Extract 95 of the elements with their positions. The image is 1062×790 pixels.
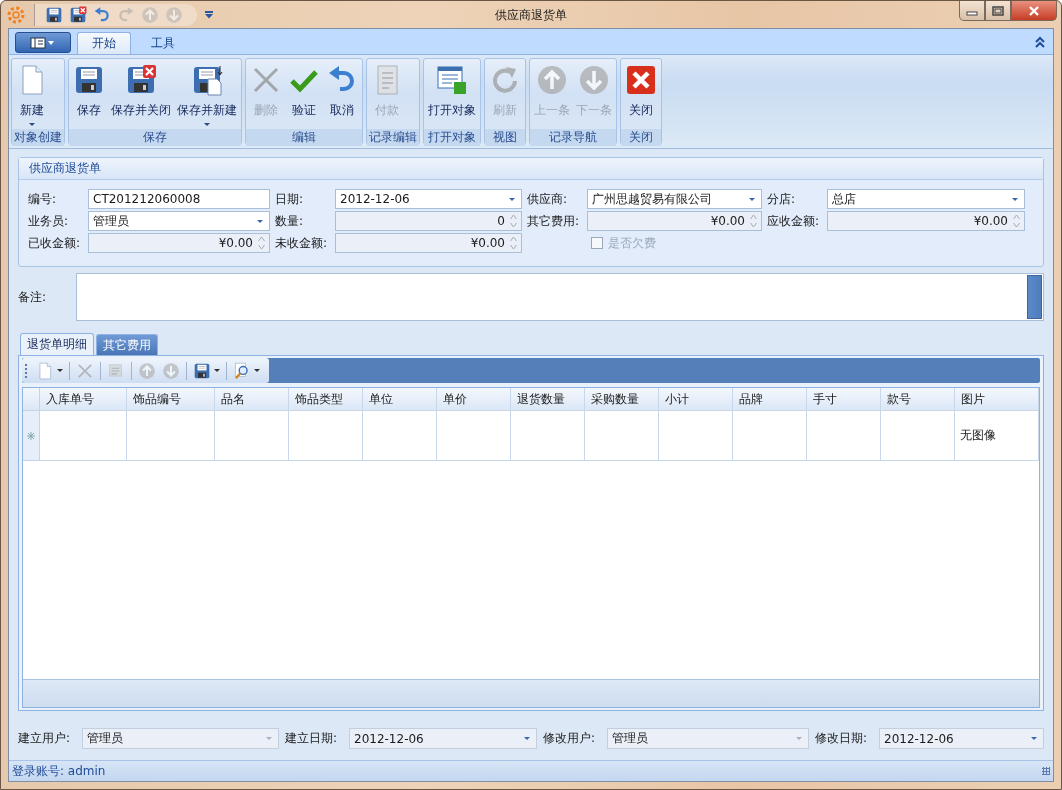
dropdown-arrow-icon[interactable] — [524, 737, 530, 740]
floppy-disk-x-icon — [125, 64, 157, 96]
column-header[interactable]: 单价 — [437, 388, 511, 411]
column-header[interactable]: 单位 — [363, 388, 437, 411]
field-label: 建立用户: — [18, 730, 72, 747]
column-header[interactable]: 小计 — [659, 388, 733, 411]
column-header[interactable]: 品名 — [215, 388, 289, 411]
remark-textarea[interactable] — [76, 273, 1044, 321]
column-header[interactable]: 手寸 — [807, 388, 881, 411]
restore-icon — [992, 5, 1004, 16]
login-account-text: 登录账号: admin — [12, 762, 106, 780]
column-header[interactable]: 品牌 — [733, 388, 807, 411]
tab[interactable]: 退货单明细 — [20, 333, 94, 355]
ribbon-group-label: 记录编辑 — [367, 129, 419, 146]
ribbon-tab[interactable]: 开始 — [77, 32, 131, 54]
new-button[interactable]: 新建 — [13, 59, 51, 129]
form-icon — [107, 361, 125, 380]
field-label: 未收金额: — [275, 234, 329, 252]
close-icon — [625, 64, 657, 96]
column-header[interactable]: 图片 — [955, 388, 1039, 411]
ribbon-group-label: 关闭 — [621, 129, 661, 146]
column-header[interactable]: 采购数量 — [585, 388, 659, 411]
dropdown-arrow-icon[interactable] — [257, 219, 263, 223]
ribbon-group-label: 打开对象 — [424, 129, 480, 146]
collapse-ribbon-icon[interactable] — [1035, 36, 1045, 48]
page-icon — [36, 361, 54, 380]
column-header[interactable]: 饰品编号 — [127, 388, 215, 411]
field-label: 日期: — [275, 190, 305, 208]
column-header[interactable]: 退货数量 — [511, 388, 585, 411]
field-label: 业务员: — [28, 212, 70, 230]
table-cell: 无图像 — [955, 411, 1039, 461]
close-button[interactable]: 关闭 — [622, 59, 660, 129]
ribbon-group-label: 视图 — [485, 129, 525, 146]
floppy-disk-page-icon — [191, 64, 223, 96]
field-label: 数量: — [275, 212, 305, 230]
close-button[interactable] — [1011, 1, 1057, 21]
close-icon — [1028, 5, 1040, 16]
open-object-button[interactable]: 打开对象 — [425, 59, 479, 129]
save-new-button[interactable]: 保存并新建 — [174, 59, 240, 129]
dropdown-field[interactable]: 2012-12-06 — [349, 728, 537, 749]
grip-handle[interactable] — [25, 363, 27, 378]
gear-icon[interactable] — [6, 4, 26, 25]
x-icon — [76, 361, 94, 380]
dropdown-field[interactable]: 广州思越贸易有限公司 — [587, 189, 762, 209]
field-label: 应收金额: — [767, 212, 821, 230]
column-header[interactable]: 款号 — [881, 388, 955, 411]
dropdown-field[interactable]: 总店 — [827, 189, 1025, 209]
caret-icon — [254, 369, 260, 372]
field-label: 供应商: — [527, 190, 569, 208]
tab[interactable]: 其它费用 — [96, 334, 158, 355]
undo-icon — [93, 5, 111, 24]
menu-icon — [30, 36, 56, 49]
field-label: 其它费用: — [527, 212, 581, 230]
validate-button[interactable]: 验证 — [285, 59, 323, 129]
dropdown-field[interactable]: 管理员 — [88, 211, 270, 231]
maximize-button[interactable] — [985, 1, 1011, 21]
redo-icon — [117, 5, 135, 24]
column-header[interactable]: 饰品类型 — [289, 388, 363, 411]
dropdown-field[interactable]: 2012-12-06 — [335, 189, 522, 209]
text-field[interactable]: CT201212060008 — [88, 189, 270, 209]
save-button[interactable]: 保存 — [70, 59, 108, 129]
field-label: 修改用户: — [543, 730, 597, 747]
dropdown-arrow-icon[interactable] — [1031, 737, 1037, 740]
dropdown-field[interactable]: 2012-12-06 — [879, 728, 1044, 749]
ribbon-tab[interactable]: 工具 — [137, 32, 189, 54]
dropdown-arrow-icon[interactable] — [1012, 197, 1018, 201]
column-header[interactable]: 入库单号 — [40, 388, 127, 411]
minimize-button[interactable] — [959, 1, 985, 21]
customize-caret-icon[interactable] — [205, 10, 213, 19]
cancel-button[interactable]: 取消 — [323, 59, 361, 129]
window-title: 供应商退货单 — [494, 7, 568, 24]
field-label: 分店: — [767, 190, 797, 208]
magnifier-icon — [233, 361, 251, 380]
application-menu-button[interactable] — [15, 32, 71, 53]
field-label: 已收金额: — [28, 234, 82, 252]
field-label: 备注: — [18, 288, 48, 306]
caret-icon — [204, 122, 210, 126]
group-header: 供应商退货单 — [19, 158, 1043, 180]
floppy-disk-x-icon — [69, 5, 87, 24]
field-label: 修改日期: — [815, 730, 869, 747]
ribbon-group-label: 记录导航 — [530, 129, 616, 146]
save-close-button[interactable]: 保存并关闭 — [108, 59, 174, 129]
ribbon-group-label: 对象创建 — [12, 129, 64, 146]
caret-icon — [29, 122, 35, 126]
field-label: 建立日期: — [285, 730, 339, 747]
dropdown-arrow-icon[interactable] — [749, 197, 755, 201]
caret-icon — [214, 369, 220, 372]
ribbon-group-label: 保存 — [69, 129, 241, 146]
resize-grip-icon[interactable] — [1042, 767, 1050, 775]
dropdown-arrow-icon[interactable] — [509, 197, 515, 201]
window-cube-icon — [436, 64, 468, 96]
caret-icon — [57, 369, 63, 372]
ribbon-group-label: 编辑 — [246, 129, 362, 146]
field-label: 编号: — [28, 190, 58, 208]
scrollbar[interactable] — [1027, 275, 1042, 319]
